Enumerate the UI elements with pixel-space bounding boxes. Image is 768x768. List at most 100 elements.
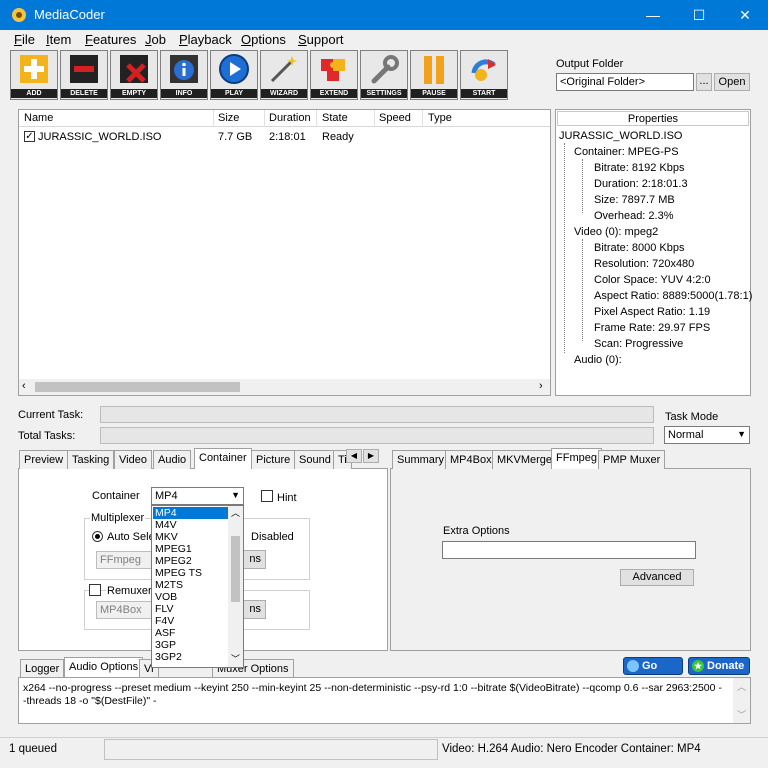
chevron-down-icon: ▼ xyxy=(231,490,240,500)
column-type[interactable]: Type xyxy=(428,112,452,124)
container-value: MP4 xyxy=(155,490,178,502)
tree-item[interactable]: Frame Rate: 29.97 FPS xyxy=(594,322,710,334)
browse-folder-button[interactable]: ... xyxy=(696,73,712,91)
tree-item[interactable]: Pixel Aspect Ratio: 1.19 xyxy=(594,306,710,318)
remuxer-checkbox[interactable] xyxy=(89,584,101,596)
tab-video[interactable]: Video xyxy=(114,450,152,469)
scrollbar-thumb[interactable] xyxy=(231,536,240,602)
tree-item[interactable]: Bitrate: 8192 Kbps xyxy=(594,162,685,174)
column-speed[interactable]: Speed xyxy=(379,112,411,124)
tab-preview[interactable]: Preview xyxy=(19,450,69,469)
minimize-button[interactable]: — xyxy=(630,0,676,30)
tree-container[interactable]: Container: MPEG-PS xyxy=(574,146,679,158)
scroll-down-icon[interactable]: ﹀ xyxy=(231,652,240,665)
menu-file[interactable]: File xyxy=(14,32,35,47)
settings-button[interactable]: SETTINGS xyxy=(360,50,408,100)
menu-support[interactable]: Support xyxy=(298,32,344,47)
output-folder-input[interactable]: <Original Folder> xyxy=(556,73,694,91)
task-mode-select[interactable]: Normal ▼ xyxy=(664,426,750,444)
donate-button[interactable]: ★ Donate xyxy=(688,657,750,675)
total-tasks-progress xyxy=(100,427,654,444)
horizontal-scrollbar[interactable]: ‹ › xyxy=(19,379,550,395)
status-bar: 1 queued Video: H.264 Audio: Nero Encode… xyxy=(0,737,768,761)
scroll-down-icon[interactable]: ﹀ xyxy=(737,708,746,721)
tab-container[interactable]: Container xyxy=(194,448,252,469)
row-duration: 2:18:01 xyxy=(269,131,306,143)
info-button[interactable]: INFO xyxy=(160,50,208,100)
current-task-progress xyxy=(100,406,654,423)
tab-pmp-muxer[interactable]: PMP Muxer xyxy=(598,450,666,469)
empty-button[interactable]: EMPTY xyxy=(110,50,158,100)
properties-header: Properties xyxy=(557,111,749,126)
tree-item[interactable]: Resolution: 720x480 xyxy=(594,258,694,270)
wand-icon xyxy=(270,56,298,83)
pause-button[interactable]: PAUSE xyxy=(410,50,458,100)
tab-mp4box[interactable]: MP4Box xyxy=(445,450,497,469)
scrollbar-thumb[interactable] xyxy=(35,382,240,392)
tab-audio-options[interactable]: Audio Options xyxy=(64,657,144,678)
row-checkbox[interactable]: ✓ xyxy=(24,131,35,142)
auto-select-radio[interactable] xyxy=(92,531,103,542)
container-select[interactable]: MP4 ▼ xyxy=(151,487,244,505)
menu-features[interactable]: Features xyxy=(85,32,136,47)
tab-scroll-right-button[interactable]: ▶ xyxy=(363,449,379,463)
maximize-button[interactable]: ☐ xyxy=(676,0,722,30)
properties-panel[interactable]: Properties JURASSIC_WORLD.ISO Container:… xyxy=(555,109,752,396)
scroll-up-icon[interactable]: ︿ xyxy=(737,680,746,693)
tab-tasking[interactable]: Tasking xyxy=(67,450,115,469)
file-list[interactable]: Name Size Duration State Speed Type ✓ JU… xyxy=(18,109,551,396)
tree-video[interactable]: Video (0): mpeg2 xyxy=(574,226,658,238)
column-duration[interactable]: Duration xyxy=(269,112,311,124)
tree-item[interactable]: Size: 7897.7 MB xyxy=(594,194,675,206)
column-size[interactable]: Size xyxy=(218,112,239,124)
tree-item[interactable]: Bitrate: 8000 Kbps xyxy=(594,242,685,254)
go-pro-button[interactable]: Go PRO xyxy=(623,657,683,688)
menu-item[interactable]: Item xyxy=(46,32,71,47)
wizard-button[interactable]: WIZARD xyxy=(260,50,308,100)
dropdown-scrollbar[interactable]: ︿ ﹀ xyxy=(228,506,243,667)
extra-options-label: Extra Options xyxy=(443,525,510,537)
column-state[interactable]: State xyxy=(322,112,348,124)
tab-ffmpeg[interactable]: FFmpeg xyxy=(551,448,602,469)
tab-scroll-left-button[interactable]: ◀ xyxy=(346,449,362,463)
container-label: Container xyxy=(92,490,140,502)
add-button[interactable]: ADD xyxy=(10,50,58,100)
tree-root[interactable]: JURASSIC_WORLD.ISO xyxy=(559,130,682,142)
tab-picture[interactable]: Picture xyxy=(251,450,296,469)
table-row[interactable]: ✓ JURASSIC_WORLD.ISO 7.7 GB 2:18:01 Read… xyxy=(19,129,550,145)
container-dropdown-list[interactable]: MP4 M4V MKV MPEG1 MPEG2 MPEG TS M2TS VOB… xyxy=(151,505,244,668)
scroll-right-icon[interactable]: › xyxy=(539,380,543,392)
mux-engine-field[interactable]: FFmpeg xyxy=(96,551,156,569)
delete-button[interactable]: DELETE xyxy=(60,50,108,100)
close-button[interactable]: ✕ xyxy=(722,0,768,30)
tab-sound[interactable]: Sound xyxy=(294,450,336,469)
scroll-up-icon[interactable]: ︿ xyxy=(231,506,240,519)
menu-playback[interactable]: Playback xyxy=(179,32,232,47)
scroll-left-icon[interactable]: ‹ xyxy=(22,380,26,392)
open-folder-button[interactable]: Open xyxy=(714,73,750,91)
tab-audio[interactable]: Audio xyxy=(153,450,192,469)
play-button[interactable]: PLAY xyxy=(210,50,258,100)
tree-item[interactable]: Color Space: YUV 4:2:0 xyxy=(594,274,711,286)
star-icon: ★ xyxy=(692,660,704,672)
donate-label: Donate xyxy=(707,660,745,672)
menu-job[interactable]: Job xyxy=(145,32,166,47)
hint-checkbox[interactable] xyxy=(261,490,273,502)
start-button[interactable]: START xyxy=(460,50,508,100)
vertical-scrollbar[interactable]: ︿ ﹀ xyxy=(733,678,750,723)
column-name[interactable]: Name xyxy=(24,112,53,124)
remux-engine-field[interactable]: MP4Box xyxy=(96,601,156,619)
tab-summary[interactable]: Summary xyxy=(392,450,450,469)
advanced-button[interactable]: Advanced xyxy=(620,569,694,586)
tab-mkvmerge[interactable]: MKVMerge xyxy=(492,450,558,469)
tree-item[interactable]: Scan: Progressive xyxy=(594,338,683,350)
tree-audio[interactable]: Audio (0): xyxy=(574,354,622,366)
command-line-box[interactable]: x264 --no-progress --preset medium --key… xyxy=(18,677,751,724)
extend-button[interactable]: EXTEND xyxy=(310,50,358,100)
menu-options[interactable]: Options xyxy=(241,32,286,47)
tree-item[interactable]: Overhead: 2.3% xyxy=(594,210,674,222)
extra-options-input[interactable] xyxy=(442,541,696,559)
tab-logger[interactable]: Logger xyxy=(20,659,65,678)
tree-item[interactable]: Duration: 2:18:01.3 xyxy=(594,178,688,190)
tree-item[interactable]: Aspect Ratio: 8889:5000(1.78:1) xyxy=(594,290,752,302)
